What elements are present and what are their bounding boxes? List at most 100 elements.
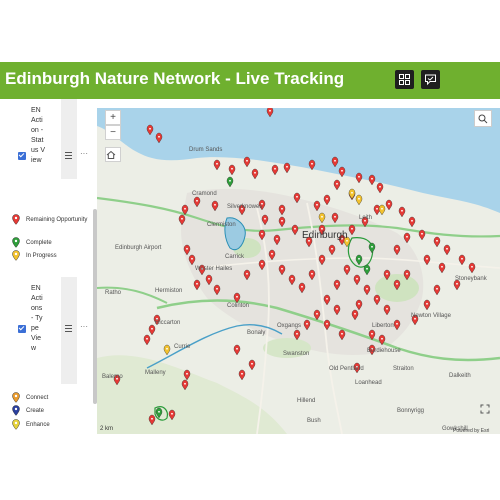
pin-dot: [291, 277, 293, 280]
pin-dot: [281, 207, 283, 210]
map-label-burdiehouse: Burdiehouse: [367, 348, 401, 354]
map-pin-icon[interactable]: [408, 216, 416, 228]
map-pin-icon[interactable]: [368, 174, 376, 186]
map-pin-icon[interactable]: [271, 164, 279, 176]
map-label-harlaw: Malleny: [145, 370, 166, 376]
map-pin-icon[interactable]: [143, 334, 151, 346]
map-label-wester-hailes: Wester Hailes: [195, 266, 233, 272]
map-pin-icon[interactable]: [283, 162, 291, 174]
map-pin-icon[interactable]: [355, 194, 363, 206]
list-icon[interactable]: [65, 152, 72, 159]
map-label-hermiston: Hermiston: [155, 288, 183, 294]
legend-label: Enhance: [26, 422, 50, 428]
app-title: Edinburgh Nature Network - Live Tracking: [5, 69, 345, 88]
layer-status-checkbox[interactable]: [18, 152, 26, 160]
map-pin-icon[interactable]: [458, 254, 466, 266]
map-label-edinburgh-airport: Edinburgh Airport: [115, 245, 162, 251]
pin-dot: [151, 417, 153, 420]
map-pin-icon[interactable]: [238, 369, 246, 381]
map-pin-icon[interactable]: [423, 299, 431, 311]
map-pin-icon[interactable]: [355, 172, 363, 184]
fullscreen-icon[interactable]: [480, 404, 490, 414]
map-view[interactable]: Edinburgh Dalkeith Loanhead Bonnyrigg Ne…: [97, 108, 500, 434]
pin-dot: [379, 185, 381, 188]
map-label-colinton: Colinton: [227, 303, 250, 309]
map-pin-icon[interactable]: [251, 168, 259, 180]
map-label-clermiston: Clermiston: [207, 222, 236, 228]
map-pin-icon[interactable]: [376, 182, 384, 194]
pin-dot: [406, 235, 408, 238]
map-pin-icon[interactable]: [468, 262, 476, 274]
map-pin-icon[interactable]: [243, 156, 251, 168]
map-label-bush: Bush: [307, 418, 321, 424]
search-button[interactable]: [474, 110, 492, 127]
map-pin-icon[interactable]: [438, 262, 446, 274]
map-pin-icon[interactable]: [443, 244, 451, 256]
home-button[interactable]: [105, 147, 121, 162]
app-header: Edinburgh Nature Network - Live Tracking: [0, 62, 500, 99]
pin-dot: [286, 165, 288, 168]
pin-dot: [358, 302, 360, 305]
map-pin-icon: [12, 214, 20, 225]
map-pin-icon: [12, 250, 20, 261]
map-pin-icon[interactable]: [226, 176, 234, 188]
map-pin-icon[interactable]: [148, 324, 156, 336]
pin-dot: [321, 215, 323, 218]
map-label-straiton: Straiton: [393, 366, 414, 372]
basemap: [97, 108, 500, 434]
pin-dot: [158, 135, 160, 138]
pin-dot: [216, 287, 218, 290]
pin-dot: [426, 302, 428, 305]
zoom-in-button[interactable]: +: [105, 110, 121, 125]
pin-dot: [351, 191, 353, 194]
map-pin-icon[interactable]: [378, 204, 386, 216]
pin-dot: [426, 257, 428, 260]
pin-dot: [251, 362, 253, 365]
pin-dot: [246, 159, 248, 162]
zoom-out-button[interactable]: −: [105, 125, 121, 140]
map-pin-icon[interactable]: [233, 344, 241, 356]
map-pin-icon[interactable]: [433, 284, 441, 296]
map-pin-icon[interactable]: [423, 254, 431, 266]
pin-dot: [271, 252, 273, 255]
pin-dot: [386, 307, 388, 310]
layer-header-strip: [61, 99, 77, 179]
pin-dot: [281, 267, 283, 270]
grid-button[interactable]: [395, 70, 414, 89]
map-pin-icon[interactable]: [323, 194, 331, 206]
pin-dot: [461, 257, 463, 260]
map-pin-icon: [12, 419, 20, 430]
map-pin-icon[interactable]: [433, 236, 441, 248]
comment-button[interactable]: [421, 70, 440, 89]
pin-dot: [358, 257, 360, 260]
pin-dot: [396, 247, 398, 250]
map-pin-icon[interactable]: [333, 179, 341, 191]
pin-dot: [208, 277, 210, 280]
map-pin-icon[interactable]: [213, 159, 221, 171]
map-pin-icon[interactable]: [398, 206, 406, 218]
pin-dot: [311, 162, 313, 165]
map-pin-icon[interactable]: [348, 188, 356, 200]
pin-dot: [321, 257, 323, 260]
list-icon[interactable]: [65, 325, 72, 332]
more-options-icon[interactable]: ···: [80, 149, 88, 158]
pin-dot: [326, 297, 328, 300]
pin-dot: [436, 239, 438, 242]
map-pin-icon[interactable]: [193, 279, 201, 291]
pin-dot: [341, 169, 343, 172]
map-pin-icon[interactable]: [228, 164, 236, 176]
map-pin-icon[interactable]: [418, 229, 426, 241]
map-label-newton-village: Newton Village: [411, 313, 451, 319]
pin-dot: [196, 199, 198, 202]
map-pin-icon[interactable]: [248, 359, 256, 371]
layer-type-view: EN Actions - Type View ···: [0, 277, 97, 387]
pin-dot: [214, 203, 216, 206]
pin-dot: [296, 195, 298, 198]
map-pin-icon[interactable]: [338, 166, 346, 178]
more-options-icon[interactable]: ···: [80, 322, 88, 331]
pin-dot: [381, 337, 383, 340]
pin-dot: [191, 257, 193, 260]
map-pin-icon[interactable]: [385, 199, 393, 211]
map-pin-icon[interactable]: [163, 344, 171, 356]
layer-type-checkbox[interactable]: [18, 325, 26, 333]
